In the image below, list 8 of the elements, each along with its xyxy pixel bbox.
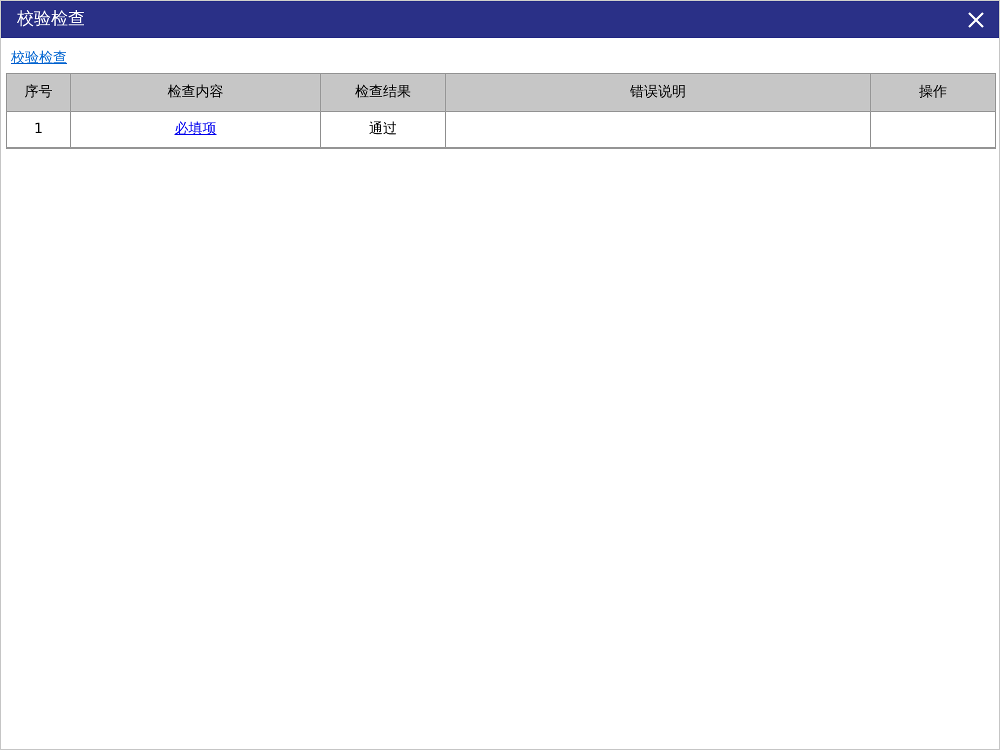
close-icon xyxy=(967,10,985,28)
table-cell-text: 1 xyxy=(33,120,44,139)
table-cell: 通过 xyxy=(320,112,445,147)
breadcrumb-link[interactable]: 校验检查 xyxy=(11,50,67,66)
window-title: 校验检查 xyxy=(17,8,85,31)
close-button[interactable] xyxy=(967,10,985,28)
check-item-link[interactable]: 必填项 xyxy=(174,119,216,140)
column-header: 序号 xyxy=(24,83,54,102)
